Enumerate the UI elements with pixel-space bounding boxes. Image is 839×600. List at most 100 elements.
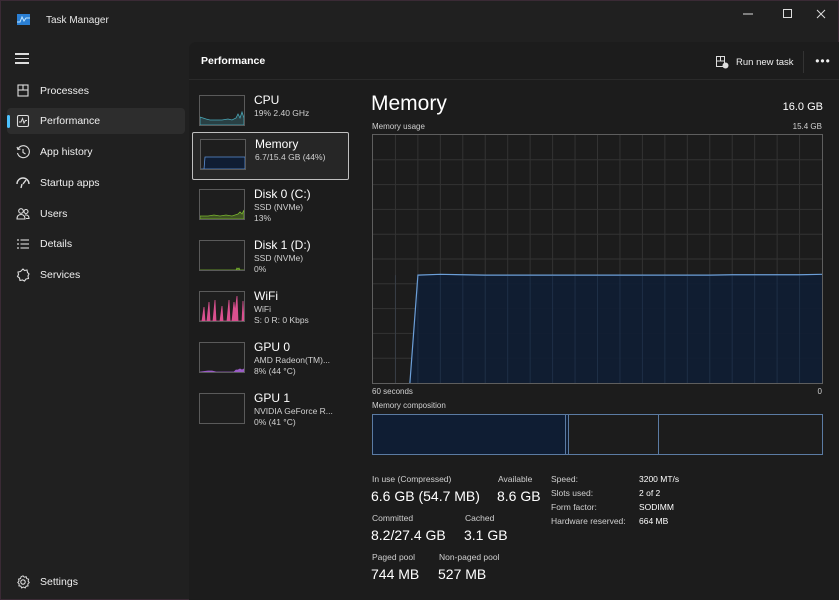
run-new-task-icon — [716, 55, 729, 68]
cached-value: 3.1 GB — [464, 527, 508, 543]
sidebar-item-label: Performance — [40, 115, 101, 127]
sidebar-item-startup-apps[interactable]: Startup apps — [7, 170, 185, 196]
device-item-wifi[interactable]: WiFi WiFi S: 0 R: 0 Kbps — [192, 285, 349, 333]
device-thumbnail-graph — [199, 189, 245, 220]
settings-icon — [17, 575, 30, 589]
sidebar-item-processes[interactable]: Processes — [7, 78, 185, 104]
device-name: Disk 1 (D:) — [254, 238, 311, 252]
speed-label: Speed: — [551, 474, 578, 484]
cached-label: Cached — [465, 513, 495, 523]
hardware-reserved-value: 664 MB — [639, 516, 669, 526]
memory-composition-bar — [372, 414, 823, 455]
device-item-cpu[interactable]: CPU 19% 2.40 GHz — [192, 89, 349, 137]
sidebar-item-label: Startup apps — [40, 177, 100, 189]
device-name: Disk 0 (C:) — [254, 187, 311, 201]
sidebar-item-label: Settings — [40, 576, 78, 588]
hamburger-menu-button[interactable] — [15, 53, 29, 65]
minimize-icon — [743, 13, 753, 15]
composition-label: Memory composition — [372, 401, 446, 410]
performance-icon — [16, 114, 30, 128]
usage-graph-label: Memory usage — [372, 122, 425, 131]
composition-segment-in-use[interactable] — [373, 415, 566, 454]
non-paged-pool-value: 527 MB — [438, 566, 487, 582]
speed-value: 3200 MT/s — [639, 474, 680, 484]
users-icon — [16, 208, 30, 220]
sidebar-item-label: Details — [40, 238, 73, 250]
thumbnail-sparkline — [201, 156, 245, 169]
device-detail: AMD Radeon(TM)... — [254, 355, 331, 365]
processes-icon — [17, 84, 29, 97]
sidebar-item-app-history[interactable]: App history — [7, 139, 185, 165]
form-factor-value: SODIMM — [639, 502, 674, 512]
device-name: WiFi — [254, 289, 278, 303]
device-detail: 19% 2.40 GHz — [254, 108, 310, 118]
memory-usage-chart — [373, 135, 823, 384]
device-name: Memory — [255, 137, 299, 151]
paged-pool-label: Paged pool — [372, 552, 416, 562]
task-manager-app-icon — [17, 14, 30, 25]
device-detail-secondary: 13% — [254, 213, 272, 223]
in-use-value: 6.6 GB (54.7 MB) — [371, 488, 480, 504]
more-options-button[interactable]: ••• — [811, 52, 835, 70]
performance-panel: Performance Run new task ••• CPU 19% 2.40… — [189, 42, 839, 600]
device-item-disk-1-d[interactable]: Disk 1 (D:) SSD (NVMe) 0% — [192, 234, 349, 282]
memory-usage-graph — [372, 134, 823, 384]
device-item-disk-0-c[interactable]: Disk 0 (C:) SSD (NVMe) 13% — [192, 183, 349, 231]
close-icon — [816, 9, 826, 19]
thumbnail-sparkline — [200, 209, 244, 219]
non-paged-pool-label: Non-paged pool — [439, 552, 500, 562]
available-label: Available — [498, 474, 533, 484]
sidebar-item-label: Services — [40, 269, 81, 281]
thumbnail-sparkline — [200, 368, 244, 372]
task-manager-window: Task Manager Processes Performance App h… — [0, 0, 839, 600]
detail-title: Memory — [371, 92, 447, 115]
sidebar-item-details[interactable]: Details — [7, 231, 185, 257]
device-name: GPU 1 — [254, 391, 291, 405]
in-use-label: In use (Compressed) — [372, 474, 452, 484]
device-thumbnail-graph — [200, 139, 246, 170]
device-detail: SSD (NVMe) — [254, 202, 304, 212]
paged-pool-value: 744 MB — [371, 566, 420, 582]
composition-segment-standby[interactable] — [569, 415, 660, 454]
committed-value: 8.2/27.4 GB — [371, 527, 446, 543]
sidebar-item-settings[interactable]: Settings — [7, 569, 185, 595]
device-thumbnail-graph — [199, 291, 245, 322]
device-item-gpu-1[interactable]: GPU 1 NVIDIA GeForce R... 0% (41 °C) — [192, 387, 349, 435]
device-name: GPU 0 — [254, 340, 291, 354]
available-value: 8.6 GB — [497, 488, 541, 504]
page-title: Performance — [201, 55, 266, 67]
active-indicator — [7, 115, 10, 128]
device-detail-secondary: 8% (44 °C) — [254, 366, 296, 376]
sidebar-item-services[interactable]: Services — [7, 262, 185, 288]
usage-graph-max: 15.4 GB — [792, 122, 822, 131]
device-item-memory[interactable]: Memory 6.7/15.4 GB (44%) — [192, 132, 349, 180]
device-item-gpu-0[interactable]: GPU 0 AMD Radeon(TM)... 8% (44 °C) — [192, 336, 349, 384]
close-button[interactable] — [801, 1, 839, 27]
title-bar: Task Manager — [1, 1, 838, 41]
panel-header: Performance Run new task ••• — [189, 42, 839, 80]
device-detail: SSD (NVMe) — [254, 253, 304, 263]
details-icon — [17, 239, 29, 249]
startup-apps-icon — [16, 177, 30, 189]
device-detail-secondary: 0% — [254, 264, 267, 274]
sidebar-item-label: Users — [40, 208, 68, 220]
run-new-task-button[interactable]: Run new task — [716, 53, 794, 71]
device-thumbnail-graph — [199, 95, 245, 126]
more-icon: ••• — [815, 54, 831, 68]
app-history-icon — [16, 145, 30, 159]
x-axis-end-label: 0 — [817, 387, 822, 396]
sidebar-item-users[interactable]: Users — [7, 201, 185, 227]
thumbnail-sparkline — [200, 110, 244, 125]
total-memory: 16.0 GB — [782, 101, 823, 113]
committed-label: Committed — [372, 513, 414, 523]
composition-segment-free[interactable] — [659, 415, 823, 454]
sidebar-item-performance[interactable]: Performance — [7, 108, 185, 134]
device-thumbnail-graph — [199, 240, 245, 271]
slots-used-value: 2 of 2 — [639, 488, 661, 498]
services-icon — [16, 268, 30, 282]
device-detail-secondary: S: 0 R: 0 Kbps — [254, 315, 309, 325]
thumbnail-sparkline — [200, 295, 244, 321]
device-thumbnail-graph — [199, 393, 245, 424]
hardware-reserved-label: Hardware reserved: — [551, 516, 626, 526]
minimize-button[interactable] — [728, 1, 768, 27]
